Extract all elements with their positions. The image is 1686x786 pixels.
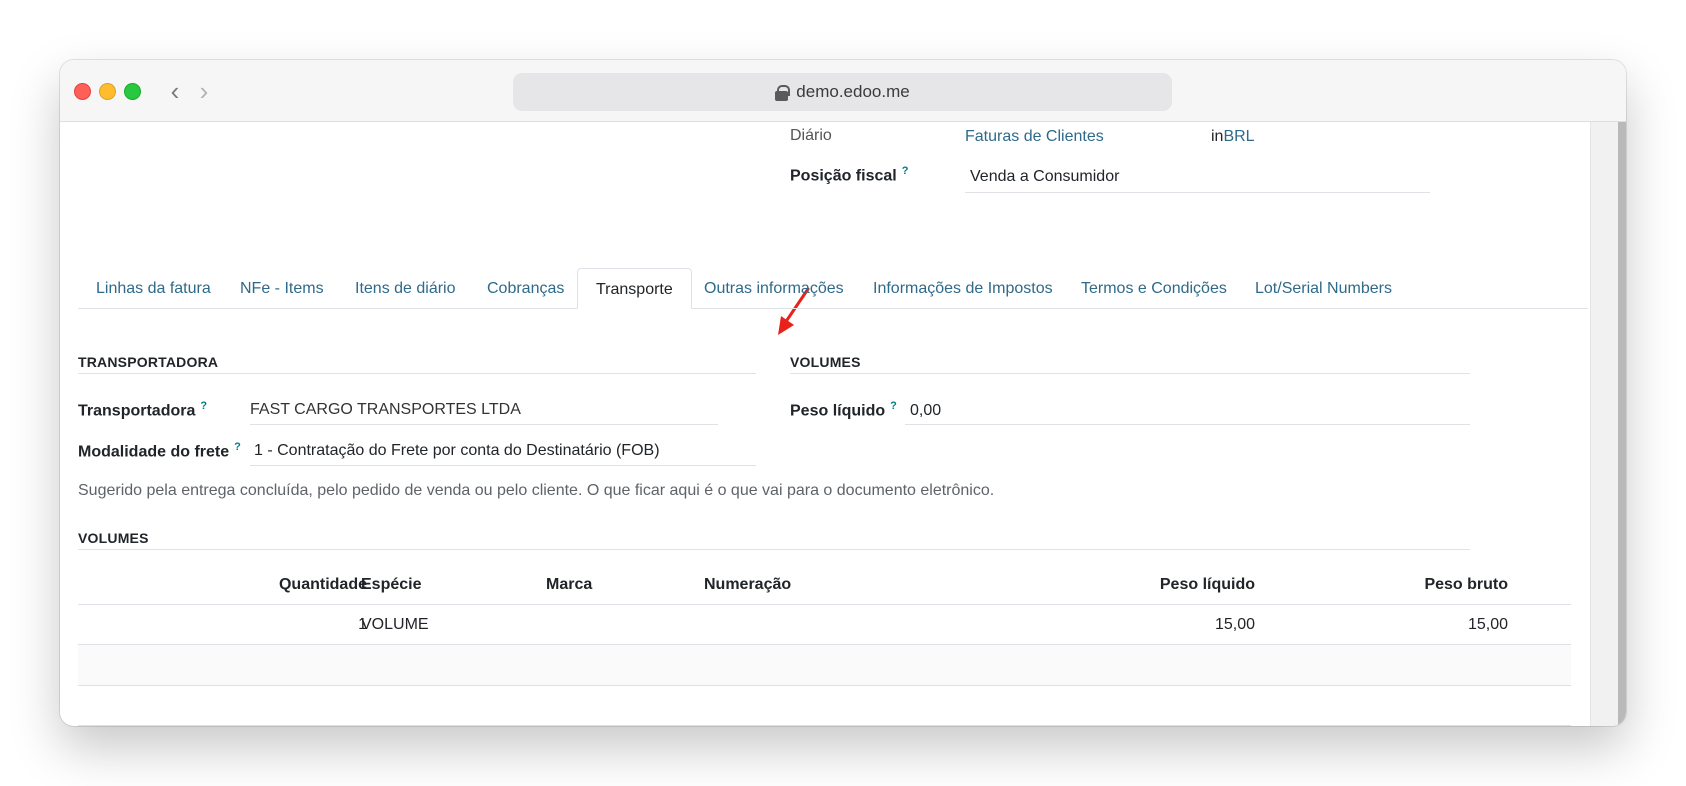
transportadora-underline xyxy=(250,424,718,425)
tab-informacoes-de-impostos[interactable]: Informações de Impostos xyxy=(873,268,1053,309)
forward-arrow-icon[interactable]: › xyxy=(193,77,215,105)
tab-itens-de-diario[interactable]: Itens de diário xyxy=(355,268,456,309)
column-header-numeracao[interactable]: Numeração xyxy=(704,576,791,594)
empty-table-row xyxy=(78,645,1571,685)
table-row-divider xyxy=(78,685,1571,686)
address-bar[interactable]: demo.edoo.me xyxy=(513,73,1172,111)
cell-especie[interactable]: VOLUME xyxy=(361,616,429,634)
posicao-fiscal-label: Posição fiscal? xyxy=(790,165,908,185)
volumes-table-title: VOLUMES xyxy=(78,530,149,546)
currency-link[interactable]: BRL xyxy=(1223,128,1254,145)
transportadora-label-text: Transportadora xyxy=(78,402,196,420)
cell-peso-liquido[interactable]: 15,00 xyxy=(1215,616,1255,634)
peso-liquido-label: Peso líquido? xyxy=(790,400,897,420)
currency-field: inBRL xyxy=(1211,128,1255,146)
tab-outras-informacoes[interactable]: Outras informações xyxy=(704,268,844,309)
column-header-especie[interactable]: Espécie xyxy=(361,576,421,594)
browser-titlebar: ‹ › demo.edoo.me xyxy=(60,60,1626,122)
help-tooltip-icon[interactable]: ? xyxy=(200,400,207,412)
help-text: Sugerido pela entrega concluída, pelo pe… xyxy=(78,482,995,499)
peso-liquido-label-text: Peso líquido xyxy=(790,402,886,420)
volumes-summary-title: VOLUMES xyxy=(790,354,861,370)
url-text: demo.edoo.me xyxy=(796,82,910,101)
column-header-quantidade[interactable]: Quantidade xyxy=(279,576,367,594)
minimize-window-button[interactable] xyxy=(99,83,116,100)
help-tooltip-icon[interactable]: ? xyxy=(234,441,241,453)
tab-transporte[interactable]: Transporte xyxy=(577,268,692,309)
modalidade-label-text: Modalidade do frete xyxy=(78,443,230,461)
column-header-marca[interactable]: Marca xyxy=(546,576,592,594)
posicao-fiscal-value[interactable]: Venda a Consumidor xyxy=(970,168,1119,186)
transportadora-input[interactable]: FAST CARGO TRANSPORTES LTDA xyxy=(250,401,521,419)
zoom-window-button[interactable] xyxy=(124,83,141,100)
column-header-peso-liquido[interactable]: Peso líquido xyxy=(1160,576,1255,594)
tab-lot-serial-numbers[interactable]: Lot/Serial Numbers xyxy=(1255,268,1392,309)
volumes-summary-divider xyxy=(790,373,1470,374)
table-row-divider xyxy=(78,725,1571,726)
help-tooltip-icon[interactable]: ? xyxy=(890,400,897,412)
tab-termos-e-condicoes[interactable]: Termos e Condições xyxy=(1081,268,1227,309)
volumes-table-divider xyxy=(78,549,1470,550)
diario-link[interactable]: Faturas de Clientes xyxy=(965,128,1104,146)
cell-peso-bruto[interactable]: 15,00 xyxy=(1468,616,1508,634)
transportadora-section-divider xyxy=(78,373,756,374)
modalidade-select[interactable]: 1 - Contratação do Frete por conta do De… xyxy=(254,442,660,460)
close-window-button[interactable] xyxy=(74,83,91,100)
table-header-divider xyxy=(78,604,1571,605)
lock-icon xyxy=(775,85,791,101)
modalidade-label: Modalidade do frete? xyxy=(78,441,241,461)
help-tooltip-icon[interactable]: ? xyxy=(902,165,909,177)
column-header-peso-bruto[interactable]: Peso bruto xyxy=(1424,576,1508,594)
posicao-fiscal-underline xyxy=(965,192,1430,193)
tab-cobrancas[interactable]: Cobranças xyxy=(487,268,564,309)
currency-prefix: in xyxy=(1211,128,1224,145)
back-arrow-icon[interactable]: ‹ xyxy=(164,77,186,105)
posicao-fiscal-label-text: Posição fiscal xyxy=(790,167,897,185)
transportadora-section-title: TRANSPORTADORA xyxy=(78,354,219,370)
peso-liquido-underline xyxy=(905,424,1470,425)
scrollbar-thumb[interactable] xyxy=(1618,122,1626,726)
browser-window: ‹ › demo.edoo.me Diário Faturas de Clien… xyxy=(60,60,1626,726)
peso-liquido-input[interactable]: 0,00 xyxy=(910,402,941,420)
scrollbar[interactable] xyxy=(1590,122,1626,726)
tab-nfe-items[interactable]: NFe - Items xyxy=(240,268,324,309)
diario-label: Diário xyxy=(790,127,832,144)
tab-linhas-da-fatura[interactable]: Linhas da fatura xyxy=(96,268,211,309)
modalidade-underline xyxy=(250,465,756,466)
page-content: Diário Faturas de Clientes inBRL Posição… xyxy=(60,122,1626,726)
transportadora-label: Transportadora? xyxy=(78,400,207,420)
